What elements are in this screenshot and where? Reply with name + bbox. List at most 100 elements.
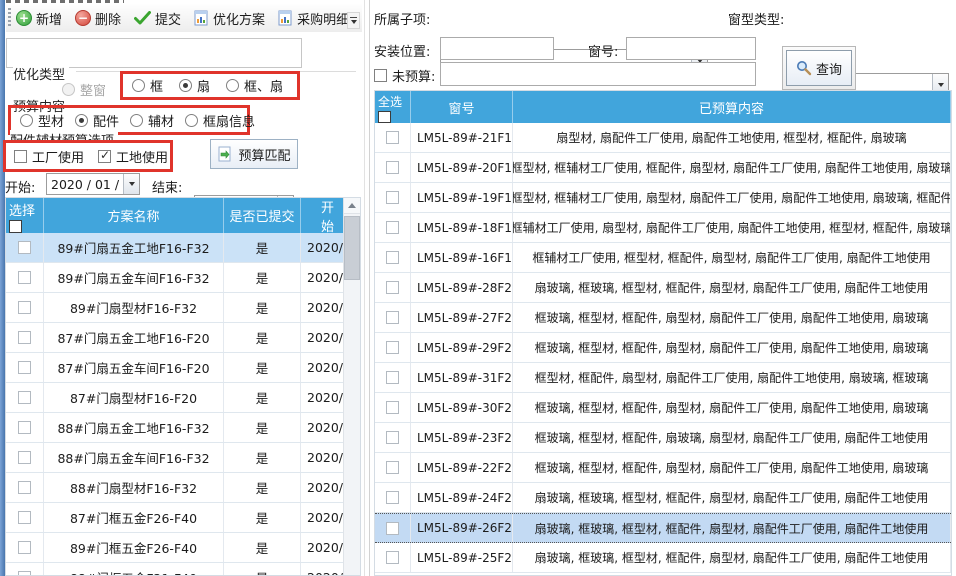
plan-name-cell: 87#门框五金F26-F40 xyxy=(44,503,224,532)
checkbox-factory-use[interactable]: 工厂使用 xyxy=(14,147,84,166)
row-checkbox[interactable] xyxy=(386,311,399,324)
row-checkbox[interactable] xyxy=(18,361,31,374)
row-checkbox[interactable] xyxy=(386,431,399,444)
table-row[interactable]: 89#门扇五金工地F16-F32 是 2020/0 xyxy=(6,233,360,263)
radio-frame[interactable]: 框 xyxy=(132,76,163,95)
row-checkbox[interactable] xyxy=(386,371,399,384)
table-row[interactable]: 87#门扇五金车间F16-F20 是 2020/0 xyxy=(6,353,360,383)
row-checkbox[interactable] xyxy=(386,341,399,354)
table-row[interactable]: LM5L-89#-26F24 扇玻璃, 框玻璃, 框型材, 框配件, 扇型材, … xyxy=(375,513,951,543)
table-row[interactable]: LM5L-89#-19F17 框型材, 框辅材工厂使用, 扇型材, 扇配件工厂使… xyxy=(375,183,951,213)
toolbar-overflow-button[interactable] xyxy=(347,12,360,29)
window-no-input[interactable] xyxy=(626,37,756,60)
submit-button[interactable]: 提交 xyxy=(134,9,181,28)
row-checkbox[interactable] xyxy=(386,191,399,204)
row-checkbox[interactable] xyxy=(18,481,31,494)
row-checkbox[interactable] xyxy=(386,131,399,144)
row-checkbox[interactable] xyxy=(18,391,31,404)
budget-content-column-header[interactable]: 已预算内容 xyxy=(513,91,951,123)
select-all-column-header[interactable]: 全选 xyxy=(375,91,411,123)
row-checkbox[interactable] xyxy=(386,401,399,414)
table-row[interactable]: LM5L-89#-25F23 扇玻璃, 框玻璃, 框型材, 框配件, 扇型材, … xyxy=(375,543,951,573)
submitted-column-header[interactable]: 是否已提交 xyxy=(224,198,301,233)
table-row[interactable]: 89#门框五金F26-F40 是 2020/0 xyxy=(6,533,360,563)
table-row[interactable]: LM5L-89#-27F25 框玻璃, 框型材, 框配件, 扇型材, 扇配件工厂… xyxy=(375,303,951,333)
row-checkbox[interactable] xyxy=(18,451,31,464)
row-checkbox[interactable] xyxy=(18,331,31,344)
delete-button[interactable]: − 删除 xyxy=(75,9,121,28)
start-date-picker[interactable]: 2020 / 01 / 1 xyxy=(46,173,140,195)
table-row[interactable]: 88#门扇五金工地F16-F32 是 2020/0 xyxy=(6,413,360,443)
table-row[interactable]: LM5L-89#-18F16 框辅材工厂使用, 扇型材, 扇配件工厂使用, 扇配… xyxy=(375,213,951,243)
table-row[interactable]: 88#门扇型材F16-F32 是 2020/0 xyxy=(6,473,360,503)
plan-table-scrollbar[interactable] xyxy=(343,198,360,575)
table-row[interactable]: 89#门扇五金车间F16-F32 是 2020/0 xyxy=(6,263,360,293)
select-all-checkbox[interactable] xyxy=(378,111,391,123)
table-row[interactable]: LM5L-89#-29F27 框玻璃, 框型材, 框配件, 扇型材, 扇配件工厂… xyxy=(375,333,951,363)
radio-icon xyxy=(20,114,33,127)
table-row[interactable]: 87#门扇五金工地F16-F20 是 2020/0 xyxy=(6,323,360,353)
table-row[interactable]: 87#门框五金F26-F40 是 2020/0 xyxy=(6,503,360,533)
radio-frame-sash-info[interactable]: 框扇信息 xyxy=(185,111,255,130)
radio-sash[interactable]: 扇 xyxy=(179,76,210,95)
search-button[interactable]: 查询 xyxy=(786,50,852,86)
select-column-header[interactable]: 选择 xyxy=(6,198,44,233)
row-checkbox[interactable] xyxy=(18,571,31,576)
install-position-input[interactable] xyxy=(440,37,554,60)
add-button[interactable]: + 新增 xyxy=(16,9,62,28)
row-checkbox[interactable] xyxy=(386,161,399,174)
row-checkbox[interactable] xyxy=(18,241,31,254)
row-checkbox[interactable] xyxy=(18,511,31,524)
row-checkbox[interactable] xyxy=(18,421,31,434)
row-select-cell xyxy=(375,483,411,512)
row-select-cell xyxy=(375,183,411,212)
row-checkbox[interactable] xyxy=(386,221,399,234)
radio-profile[interactable]: 型材 xyxy=(20,111,64,130)
scrollbar-up-arrow[interactable] xyxy=(344,198,360,214)
table-row[interactable]: LM5L-89#-22F20 框玻璃, 框型材, 框配件, 扇型材, 扇配件工厂… xyxy=(375,453,951,483)
scrollbar-thumb[interactable] xyxy=(344,216,360,280)
radio-accessory[interactable]: 配件 xyxy=(75,111,119,130)
row-checkbox[interactable] xyxy=(386,281,399,294)
app-window: + 新增 − 删除 提交 优化方案 xyxy=(0,0,956,576)
table-row[interactable]: 89#门扇型材F16-F32 是 2020/0 xyxy=(6,293,360,323)
row-checkbox[interactable] xyxy=(386,461,399,474)
row-checkbox[interactable] xyxy=(386,491,399,504)
select-all-checkbox[interactable] xyxy=(9,220,22,233)
budget-table: 全选 窗号 已预算内容 LM5L-89#-21F19 扇型材, 扇配件工厂使用,… xyxy=(374,90,952,576)
toolbar-grip-handle[interactable] xyxy=(8,8,11,28)
row-checkbox[interactable] xyxy=(386,251,399,264)
panel-splitter[interactable] xyxy=(369,0,370,576)
start-date-dropdown-button[interactable] xyxy=(123,174,139,194)
submitted-cell: 是 xyxy=(224,233,301,262)
no-budget-input[interactable] xyxy=(440,62,756,86)
radio-auxiliary[interactable]: 辅材 xyxy=(130,111,174,130)
table-row[interactable]: LM5L-89#-28F26 扇玻璃, 框玻璃, 框型材, 框配件, 扇型材, … xyxy=(375,273,951,303)
clipped-title xyxy=(6,0,124,3)
panel-splitter[interactable] xyxy=(364,0,365,576)
table-row[interactable]: 88#门框五金F21-F40 是 2020/0 xyxy=(6,563,360,576)
row-checkbox[interactable] xyxy=(18,541,31,554)
table-row[interactable]: LM5L-89#-16F15 框辅材工厂使用, 框型材, 框配件, 扇型材, 扇… xyxy=(375,243,951,273)
row-checkbox[interactable] xyxy=(386,551,399,564)
plan-name-column-header[interactable]: 方案名称 xyxy=(44,198,224,233)
table-row[interactable]: LM5L-89#-21F19 扇型材, 扇配件工厂使用, 扇配件工地使用, 框型… xyxy=(375,123,951,153)
table-row[interactable]: LM5L-89#-24F22 扇玻璃, 框玻璃, 框型材, 框配件, 扇型材, … xyxy=(375,483,951,513)
row-checkbox[interactable] xyxy=(386,522,399,535)
table-row[interactable]: 88#门扇五金车间F16-F32 是 2020/0 xyxy=(6,443,360,473)
checkbox-icon xyxy=(98,150,111,163)
start-column-header[interactable]: 开始 xyxy=(301,198,345,233)
no-budget-checkbox[interactable]: 未预算: xyxy=(374,66,435,85)
table-row[interactable]: LM5L-89#-30F28 框玻璃, 框型材, 框配件, 扇型材, 扇配件工厂… xyxy=(375,393,951,423)
table-row[interactable]: LM5L-89#-23F21 框玻璃, 框型材, 框配件, 扇玻璃, 扇型材, … xyxy=(375,423,951,453)
radio-frame-sash[interactable]: 框、扇 xyxy=(226,76,283,95)
table-row[interactable]: LM5L-89#-20F18 框型材, 框辅材工厂使用, 框配件, 扇型材, 扇… xyxy=(375,153,951,183)
optimize-plan-button[interactable]: 优化方案 xyxy=(194,9,265,28)
table-row[interactable]: LM5L-89#-31F29 框型材, 框配件, 扇型材, 扇配件工厂使用, 扇… xyxy=(375,363,951,393)
budget-match-button[interactable]: 预算匹配 xyxy=(210,139,298,169)
row-checkbox[interactable] xyxy=(18,271,31,284)
checkbox-site-use[interactable]: 工地使用 xyxy=(98,147,168,166)
table-row[interactable]: 87#门扇型材F16-F20 是 2020/0 xyxy=(6,383,360,413)
row-checkbox[interactable] xyxy=(18,301,31,314)
window-no-column-header[interactable]: 窗号 xyxy=(411,91,513,123)
